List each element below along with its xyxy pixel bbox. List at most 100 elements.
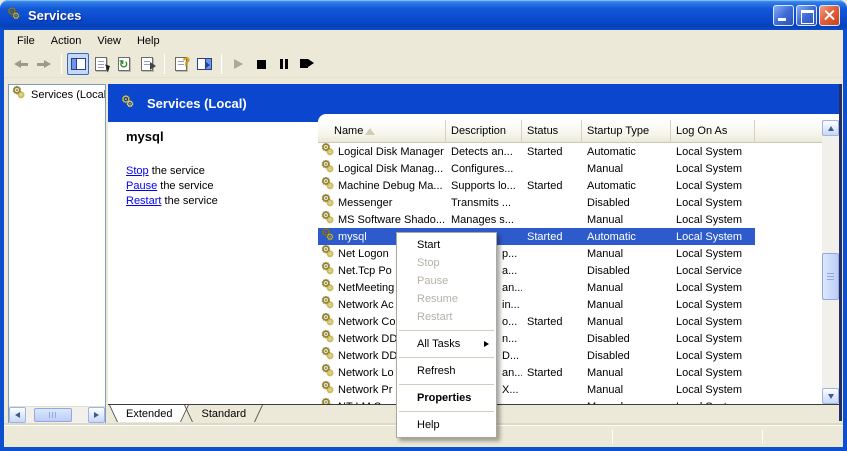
column-header-log-on-as[interactable]: Log On As (671, 120, 755, 143)
menu-file[interactable]: File (9, 33, 43, 49)
console-tree-panel: Services (Local) (8, 84, 106, 424)
service-action-links: Stop the servicePause the serviceRestart… (126, 164, 318, 209)
context-menu-item-help[interactable]: Help (397, 416, 496, 434)
scrollbar-thumb[interactable] (34, 408, 72, 422)
service-logon-cell: Local System (671, 194, 755, 211)
service-logon-cell: Local System (671, 143, 755, 160)
service-row[interactable]: Net Logonp...ManualLocal System (318, 245, 822, 262)
service-status-cell (522, 381, 582, 398)
service-logon-cell: Local System (671, 330, 755, 347)
service-description-cell: Transmits ... (446, 194, 522, 211)
restart-service-icon[interactable] (296, 53, 318, 75)
pause-service-link[interactable]: Pause (126, 180, 157, 192)
link-suffix-text: the service (157, 180, 213, 192)
column-header-status[interactable]: Status (522, 120, 582, 143)
toolbar-separator (221, 54, 222, 74)
tree-horizontal-scrollbar[interactable] (9, 406, 105, 423)
row-filler (755, 381, 822, 398)
service-row[interactable]: Network PrX...ManualLocal System (318, 381, 822, 398)
forward-icon (33, 53, 55, 75)
scroll-down-icon[interactable] (822, 388, 839, 404)
scroll-up-icon[interactable] (822, 120, 839, 136)
service-logon-cell: Local System (671, 228, 755, 245)
service-row[interactable]: NetMeetingan...ManualLocal System (318, 279, 822, 296)
column-header-name[interactable]: Name (318, 120, 446, 143)
service-gears-icon (321, 383, 336, 396)
tab-extended[interactable]: Extended (109, 405, 189, 422)
service-row[interactable]: Network Acin...ManualLocal System (318, 296, 822, 313)
column-header-filler (755, 120, 822, 143)
service-startup-type-cell: Manual (582, 381, 671, 398)
service-row[interactable]: Network DDn...DisabledLocal System (318, 330, 822, 347)
service-name-cell: Logical Disk Manag... (318, 160, 446, 177)
row-filler (755, 313, 822, 330)
export-list-icon[interactable] (136, 53, 158, 75)
stop-service-link[interactable]: Stop (126, 165, 149, 177)
show-hide-console-tree-icon[interactable] (67, 53, 89, 75)
context-menu-item-refresh[interactable]: Refresh (397, 362, 496, 380)
service-row[interactable]: Logical Disk Manag...Configures...Manual… (318, 160, 822, 177)
toolbar-separator (61, 54, 62, 74)
service-startup-type-cell: Disabled (582, 330, 671, 347)
maximize-button[interactable] (796, 5, 817, 26)
stop-service-icon[interactable] (250, 53, 272, 75)
list-vertical-scrollbar[interactable] (822, 120, 839, 404)
column-header-description[interactable]: Description (446, 120, 522, 143)
service-gears-icon (321, 230, 336, 243)
service-row[interactable]: Logical Disk ManagerDetects an...Started… (318, 143, 822, 160)
service-logon-cell: Local System (671, 279, 755, 296)
refresh-icon[interactable] (113, 53, 135, 75)
context-menu-item-properties[interactable]: Properties (397, 389, 496, 407)
scroll-right-icon[interactable] (88, 407, 105, 423)
service-name: Net Logon (338, 248, 389, 260)
service-row[interactable]: Network DDD...DisabledLocal System (318, 347, 822, 364)
title-bar[interactable]: Services (0, 0, 847, 30)
scroll-left-icon[interactable] (9, 407, 26, 423)
service-name: Net.Tcp Po (338, 265, 392, 277)
properties-icon[interactable] (90, 53, 112, 75)
column-header-label: Log On As (676, 125, 727, 137)
menu-item-label: All Tasks (417, 338, 460, 350)
tab-label: Extended (126, 408, 172, 420)
column-header-label: Description (451, 125, 506, 137)
show-hide-standard-tab-icon[interactable] (193, 53, 215, 75)
menu-action[interactable]: Action (43, 33, 90, 49)
service-status-cell (522, 245, 582, 262)
context-menu-item-start[interactable]: Start (397, 236, 496, 254)
context-menu-item-all-tasks[interactable]: All Tasks (397, 335, 496, 353)
close-button[interactable] (819, 5, 840, 26)
service-logon-cell: Local System (671, 211, 755, 228)
toolbar-separator (164, 54, 165, 74)
help-icon[interactable] (170, 53, 192, 75)
sort-ascending-icon (365, 128, 375, 135)
service-name: Network Pr (338, 384, 392, 396)
service-row[interactable]: Network Loan...StartedManualLocal System (318, 364, 822, 381)
tree-item-services-local[interactable]: Services (Local) (9, 85, 105, 103)
menu-help[interactable]: Help (129, 33, 168, 49)
service-name: Network Ac (338, 299, 394, 311)
menu-view[interactable]: View (89, 33, 129, 49)
scrollbar-thumb[interactable] (822, 253, 839, 300)
link-suffix-text: the service (161, 195, 217, 207)
service-row[interactable]: MessengerTransmits ...DisabledLocal Syst… (318, 194, 822, 211)
restart-service-link[interactable]: Restart (126, 195, 161, 207)
service-startup-type-cell: Disabled (582, 262, 671, 279)
service-row[interactable]: mysqlStartedAutomaticLocal System (318, 228, 822, 245)
pause-service-icon[interactable] (273, 53, 295, 75)
service-startup-type-cell: Manual (582, 245, 671, 262)
service-startup-type-cell: Automatic (582, 143, 671, 160)
service-startup-type-cell: Manual (582, 279, 671, 296)
service-gears-icon (321, 264, 336, 277)
menu-item-label: Start (417, 239, 440, 251)
menu-separator (399, 357, 494, 358)
service-row[interactable]: Network Coo...StartedManualLocal System (318, 313, 822, 330)
service-row[interactable]: MS Software Shado...Manages s...ManualLo… (318, 211, 822, 228)
service-name-cell: Machine Debug Ma... (318, 177, 446, 194)
tab-standard[interactable]: Standard (184, 405, 263, 422)
service-row[interactable]: Net.Tcp Poa...DisabledLocal Service (318, 262, 822, 279)
service-name-cell: Messenger (318, 194, 446, 211)
minimize-button[interactable] (773, 5, 794, 26)
service-row[interactable]: Machine Debug Ma...Supports lo...Started… (318, 177, 822, 194)
row-filler (755, 279, 822, 296)
column-header-startup-type[interactable]: Startup Type (582, 120, 671, 143)
